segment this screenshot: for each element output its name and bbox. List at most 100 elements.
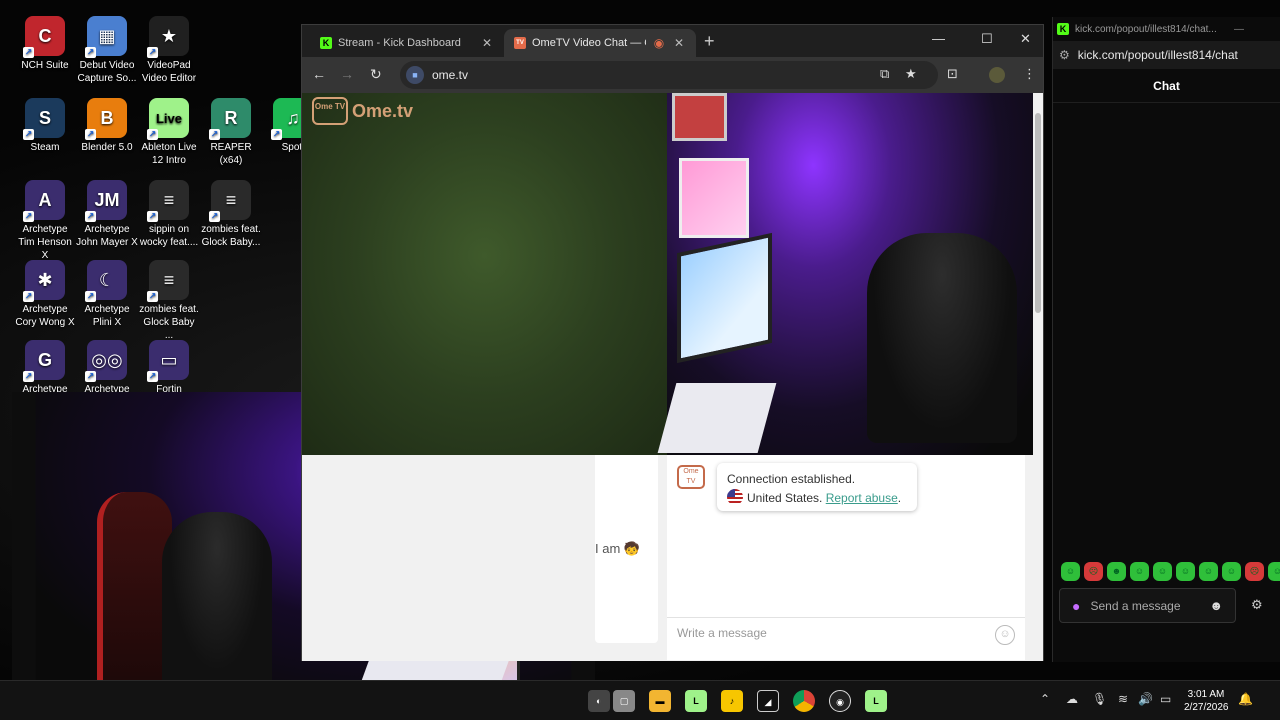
taskbar-app-icon[interactable]: ♪ [721,690,743,712]
taskbar-app-icon[interactable]: ◐ [588,690,610,712]
desktop-icon-label: Archetype Tim Henson X [18,224,72,261]
emote-icon[interactable]: ☺ [1061,562,1080,581]
desktop-icon[interactable]: A ↗ Archetype Tim Henson X [14,180,76,262]
minimize-button[interactable]: — [1234,24,1244,35]
emote-icon[interactable]: ☹ [1245,562,1264,581]
local-video [657,93,1033,455]
site-settings-icon[interactable]: ⚙ [1059,48,1070,62]
emote-bar: ☺ ☹ ☻ ☺ ☺ ☺ ☺ ☺ ☹ ☺ [1061,562,1280,581]
shortcut-arrow-icon: ↗ [85,211,96,222]
message-input[interactable]: Write a message ☺ [667,617,1025,651]
desktop-icon[interactable]: ☾ ↗ Archetype Plini X [76,260,138,329]
site-info-icon[interactable]: ■ [406,66,424,84]
maximize-button[interactable]: ☐ [981,31,993,47]
minimize-button[interactable]: — [932,31,945,46]
forward-button[interactable]: → [340,66,354,82]
desktop-icon[interactable]: ▦ ↗ Debut Video Capture So... [76,16,138,85]
clock-date: 2/27/2026 [1184,702,1229,713]
desktop-icon[interactable]: JM ↗ Archetype John Mayer X [76,180,138,249]
desktop-icon[interactable]: G ↗ Archetype [14,340,76,396]
obs-icon[interactable]: ◉ [829,690,851,712]
desktop-icon[interactable]: ≡ ↗ sippin on wocky feat.... [138,180,200,249]
url-text: ome.tv [432,68,469,82]
show-hidden-icons-chevron-icon[interactable]: ⌃ [1040,692,1050,706]
desktop-icon[interactable]: ≡ ↗ zombies feat. Glock Baby ... [138,260,200,342]
shortcut-arrow-icon: ↗ [23,211,34,222]
desktop-icon[interactable]: ≡ ↗ zombies feat. Glock Baby... [200,180,262,249]
desktop-icon[interactable]: ★ ↗ VideoPad Video Editor [138,16,200,85]
desktop-icon[interactable]: Live ↗ Ableton Live 12 Intro [138,98,200,167]
emote-icon[interactable]: ☻ [1107,562,1126,581]
close-tab-icon[interactable]: ✕ [480,36,494,50]
reload-button[interactable]: ↻ [370,66,382,83]
app-icon: C ↗ [23,16,65,58]
emote-icon[interactable]: ☺ [1153,562,1172,581]
remote-video: Ome TV Ome.tv [302,93,667,455]
emoji-icon[interactable]: ☻ [1209,598,1223,613]
chat-settings-gear-icon[interactable]: ⚙ [1251,597,1263,613]
app-icon: ✱ ↗ [23,260,65,302]
close-window-button[interactable]: ✕ [1020,31,1031,47]
chrome-icon[interactable] [793,690,815,712]
wall-poster [672,93,727,141]
kick-icon: K [1057,23,1069,35]
onedrive-cloud-icon[interactable]: ☁ [1066,692,1078,706]
emote-icon[interactable]: ☺ [1199,562,1218,581]
microphone-icon[interactable]: 🎙 [1092,692,1107,706]
app-icon: ≡ ↗ [209,180,251,222]
streamer-figure [162,512,272,680]
desktop-icon[interactable]: C ↗ NCH Suite [14,16,76,72]
menu-kebab-icon[interactable]: ⋮ [1023,66,1036,82]
monitor [677,232,772,364]
taskbar-app-icon[interactable]: ◢ [757,690,779,712]
send-message-input[interactable]: ● Send a message ☻ [1059,588,1236,623]
desktop-icon[interactable]: S ↗ Steam [14,98,76,154]
kick-chat-popout: K kick.com/popout/illest814/chat... — ⚙ … [1052,17,1280,662]
close-tab-icon[interactable]: ✕ [672,36,686,50]
shortcut-arrow-icon: ↗ [23,47,34,58]
tab-search-icon[interactable]: ⊡ [947,66,958,82]
notification-bell-icon[interactable]: 🔔 [1238,692,1253,706]
address-bar[interactable]: ■ ome.tv [400,61,938,89]
new-tab-button[interactable]: + [704,31,715,51]
desktop-icon[interactable]: R ↗ REAPER (x64) [200,98,262,167]
microphone-icon[interactable]: ● [1072,598,1080,614]
tab-ometv[interactable]: TV OmeTV Video Chat — Ome ◉ ✕ [504,29,696,57]
report-abuse-link[interactable]: Report abuse [826,491,898,505]
emote-icon[interactable]: ☺ [1130,562,1149,581]
app-icon: ▦ ↗ [85,16,127,58]
app-icon: B ↗ [85,98,127,140]
tab-title: Stream - Kick Dashboard [338,37,461,49]
system-clock[interactable]: 3:01 AM 2/27/2026 [1184,688,1229,714]
ableton-live-icon[interactable]: L [685,690,707,712]
shortcut-arrow-icon: ↗ [147,291,158,302]
desktop-icon[interactable]: ✱ ↗ Archetype Cory Wong X [14,260,76,329]
emoji-icon[interactable]: ☺ [995,625,1015,645]
page-scrollbar[interactable] [1033,93,1043,661]
shortcut-arrow-icon: ↗ [85,371,96,382]
browser-toolbar: ← → ↻ ■ ome.tv ⧉ ★ ⊡ ⋮ [302,57,1043,93]
tab-kick-dashboard[interactable]: K Stream - Kick Dashboard ✕ [310,29,504,57]
emote-icon[interactable]: ☺ [1268,562,1280,581]
task-view-icon[interactable]: ▢ [613,690,635,712]
battery-icon[interactable]: ▭ [1160,692,1171,706]
volume-icon[interactable]: 🔊 [1138,692,1153,706]
back-button[interactable]: ← [312,66,326,82]
emote-icon[interactable]: ☹ [1084,562,1103,581]
emote-icon[interactable]: ☺ [1176,562,1195,581]
shortcut-arrow-icon: ↗ [85,129,96,140]
emote-icon[interactable]: ☺ [1222,562,1241,581]
ableton-live-icon[interactable]: L [865,690,887,712]
wifi-icon[interactable]: ≋ [1118,692,1128,706]
cast-icon[interactable]: ⧉ [880,66,889,82]
scrollbar-thumb[interactable] [1035,113,1041,313]
report-suffix: . [897,491,902,505]
desktop-icon-label: Steam [30,142,60,153]
app-icon: ≡ ↗ [147,260,189,302]
desktop-icon[interactable]: ◎◎ ↗ Archetype [76,340,138,396]
bookmark-star-icon[interactable]: ★ [905,66,917,82]
profile-avatar[interactable] [989,67,1005,83]
file-explorer-icon[interactable]: ▬ [649,690,671,712]
desktop-icon[interactable]: B ↗ Blender 5.0 [76,98,138,154]
desktop-icon[interactable]: ▭ ↗ Fortin [138,340,200,396]
